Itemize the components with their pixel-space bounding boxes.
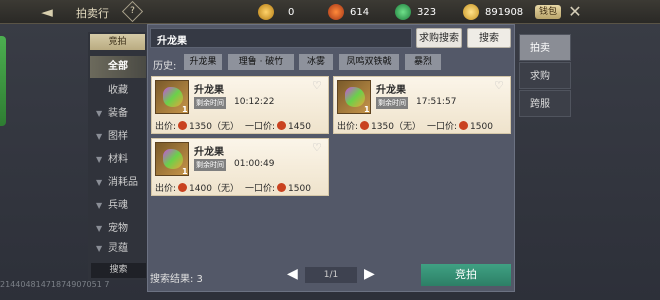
favorite-heart-icon[interactable]: ♡ [494,80,506,92]
bid-price: 出价: 1350（无） [155,121,239,132]
chevron-down-icon: ▼ [96,109,103,118]
search-button[interactable]: 搜索 [467,28,511,48]
history-tag[interactable]: 升龙果 [184,54,222,70]
category-header: 竞拍 [90,34,145,50]
chevron-down-icon: ▼ [96,244,103,253]
currency-gold: 614 [328,4,369,20]
buyout-price: 一口价: 1500 [427,121,493,132]
currency-jade: 323 [395,4,436,20]
history-tag[interactable]: 冰雾 [299,54,333,70]
item-name: 升龙果 [194,147,224,158]
category-all[interactable]: 全部 [90,56,146,78]
category-favorites[interactable]: 收藏 [90,80,146,102]
top-bar: ◄ 拍卖行 ? 0 614 323 891908 钱包 ✕ [0,0,660,24]
item-icon: 1 [155,142,189,176]
bid-price: 出价: 1350（无） [337,121,421,132]
category-equipment[interactable]: ▼ 装备 [90,103,146,125]
coin-icon [459,121,469,130]
currency-silver: 0 [258,4,294,20]
gold-ingot-icon [258,4,274,20]
history-label: 历史: [153,61,177,72]
chevron-down-icon: ▼ [96,224,103,233]
dragon-fruit-icon [345,87,365,107]
time-label: 剩余时间 [194,159,226,171]
bid-price: 出价: 1400（无） [155,183,239,194]
bid-button[interactable]: 竞拍 [421,264,511,286]
coin-icon [277,121,287,130]
item-name: 升龙果 [376,85,406,96]
history-tag[interactable]: 理鲁 · 破竹 [228,54,294,70]
close-icon[interactable]: ✕ [566,3,584,21]
next-page-icon[interactable]: ▶ [364,266,375,282]
chevron-down-icon: ▼ [96,132,103,141]
coin-icon [178,121,188,130]
time-remaining: 10:12:22 [234,97,275,107]
item-icon: 1 [155,80,189,114]
help-icon[interactable]: ? [121,0,144,23]
category-material[interactable]: ▼ 材料 [90,149,146,171]
coin-icon [360,121,370,130]
buyout-price: 一口价: 1500 [245,183,311,194]
tab-buy-request[interactable]: 求购 [519,62,571,89]
currency-jade-value: 323 [417,6,437,18]
search-results-count: 搜索结果: 3 [150,274,203,285]
category-pattern[interactable]: ▼ 图样 [90,126,146,148]
back-arrow-icon[interactable]: ◄ [38,3,56,21]
time-label: 剩余时间 [376,97,408,109]
buy-search-button[interactable]: 求购搜索 [416,28,462,48]
item-card[interactable]: 1 升龙果 ♡ 剩余时间 01:00:49 出价: 1400（无） 一口价: 150… [151,138,329,196]
buyout-price: 一口价: 1450 [245,121,311,132]
prev-page-icon[interactable]: ◀ [287,266,298,282]
tab-auction[interactable]: 拍卖 [519,34,571,61]
currency-silver-value: 0 [288,6,295,18]
wallet-button[interactable]: 钱包 [535,5,561,19]
category-pet[interactable]: ▼ 宠物 [90,218,146,240]
item-name: 升龙果 [194,85,224,96]
search-input[interactable]: 升龙果 [150,28,412,48]
jade-icon [395,4,411,20]
category-spirit[interactable]: ▼ 灵蕴 [90,241,146,257]
dragon-fruit-icon [163,87,183,107]
window-title: 拍卖行 [76,7,109,20]
history-tag[interactable]: 凤鸣双铁戟 [339,54,399,70]
time-remaining: 17:51:57 [416,97,457,107]
coin-icon [328,4,344,20]
yuanbao-icon [463,4,479,20]
history-tag[interactable]: 暴烈 [405,54,441,70]
currency-yuanbao-value: 891908 [485,6,524,18]
category-search-button[interactable]: 搜索 [91,263,146,278]
currency-yuanbao: 891908 [463,4,523,20]
tab-cross-server[interactable]: 跨服 [519,90,571,117]
item-card[interactable]: 1 升龙果 ♡ 剩余时间 17:51:57 出价: 1350（无） 一口价: 150… [333,76,511,134]
time-label: 剩余时间 [194,97,226,109]
page-indicator: 1/1 [305,267,357,283]
category-consumable[interactable]: ▼ 消耗品 [90,172,146,194]
time-remaining: 01:00:49 [234,159,275,169]
footer-id: 21440481471874907051 7 [0,280,110,289]
favorite-heart-icon[interactable]: ♡ [312,80,324,92]
chevron-down-icon: ▼ [96,155,103,164]
item-icon: 1 [337,80,371,114]
category-soul[interactable]: ▼ 兵魂 [90,195,146,217]
currency-gold-value: 614 [350,6,370,18]
coin-icon [178,183,188,192]
side-tab[interactable] [0,36,6,126]
chevron-down-icon: ▼ [96,178,103,187]
coin-icon [277,183,287,192]
item-card[interactable]: 1 升龙果 ♡ 剩余时间 10:12:22 出价: 1350（无） 一口价: 145… [151,76,329,134]
dragon-fruit-icon [163,149,183,169]
chevron-down-icon: ▼ [96,201,103,210]
favorite-heart-icon[interactable]: ♡ [312,142,324,154]
